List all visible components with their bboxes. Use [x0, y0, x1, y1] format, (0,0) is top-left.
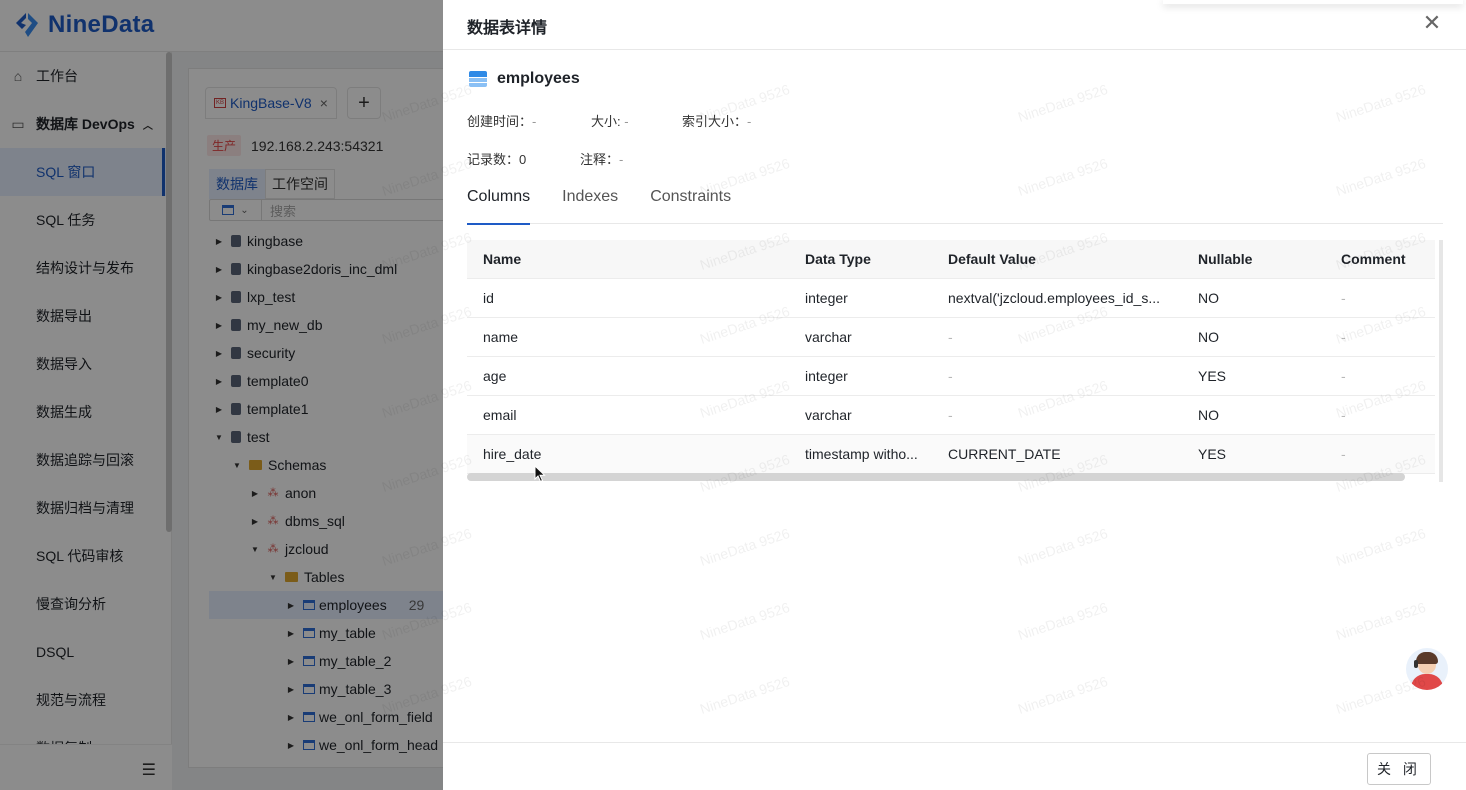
table-cell: - — [932, 317, 1182, 357]
columns-grid: Name Data Type Default Value Nullable Co… — [467, 240, 1443, 482]
table-cell: varchar — [789, 317, 932, 357]
meta-value: - — [532, 114, 537, 129]
column-header-name[interactable]: Name — [467, 240, 789, 279]
table-row[interactable]: email varchar - NO - — [467, 395, 1435, 435]
meta-rows: 记录数：0 — [467, 149, 526, 168]
close-button[interactable]: 关 闭 — [1367, 753, 1431, 785]
meta-label: 记录数： — [467, 152, 520, 167]
table-icon — [469, 71, 487, 87]
table-cell: - — [932, 356, 1182, 396]
table-row[interactable]: hire_date timestamp witho... CURRENT_DATE Y… — [467, 434, 1435, 474]
table-cell: name — [467, 317, 789, 357]
table-cell: - — [1325, 317, 1435, 357]
meta-size: 大小: - — [591, 111, 629, 130]
meta-value: - — [747, 114, 752, 129]
table-cell: YES — [1182, 434, 1325, 474]
vertical-scrollbar[interactable] — [1439, 240, 1443, 482]
mouse-cursor-icon — [534, 465, 546, 483]
table-cell: - — [1325, 356, 1435, 396]
table-cell: integer — [789, 278, 932, 318]
meta-value: - — [619, 152, 624, 167]
tab-indexes[interactable]: Indexes — [562, 182, 618, 224]
meta-label: 大小: — [591, 114, 621, 129]
table-cell: - — [1325, 434, 1435, 474]
drawer-footer: 关 闭 — [443, 742, 1466, 790]
columns-table: Name Data Type Default Value Nullable Co… — [467, 240, 1435, 474]
table-cell: - — [932, 395, 1182, 435]
table-header: employees — [469, 70, 580, 88]
table-cell: - — [1325, 395, 1435, 435]
meta-value: 0 — [519, 152, 527, 167]
assistant-avatar[interactable] — [1406, 648, 1448, 690]
table-cell: NO — [1182, 317, 1325, 357]
table-cell: CURRENT_DATE — [932, 434, 1182, 474]
tab-columns[interactable]: Columns — [467, 182, 531, 225]
table-cell: email — [467, 395, 789, 435]
table-cell: - — [1325, 278, 1435, 318]
close-icon[interactable]: ✕ — [1420, 12, 1444, 36]
drawer-title: 数据表详情 — [467, 20, 548, 37]
meta-comment: 注释：- — [580, 149, 623, 168]
tab-constraints[interactable]: Constraints — [650, 182, 731, 224]
detail-tabs: Columns Indexes Constraints — [467, 182, 1443, 225]
table-cell: hire_date — [467, 434, 789, 474]
meta-label: 索引大小： — [682, 114, 748, 129]
table-cell: integer — [789, 356, 932, 396]
column-header-nullable[interactable]: Nullable — [1182, 240, 1325, 279]
column-header-default-value[interactable]: Default Value — [932, 240, 1182, 279]
table-cell: NO — [1182, 278, 1325, 318]
table-cell: timestamp witho... — [789, 434, 932, 474]
table-cell: age — [467, 356, 789, 396]
horizontal-scrollbar-thumb[interactable] — [467, 473, 1405, 481]
meta-label: 注释： — [580, 152, 620, 167]
meta-created: 创建时间：- — [467, 111, 536, 130]
meta-index-size: 索引大小：- — [682, 111, 751, 130]
table-cell: nextval('jzcloud.employees_id_s... — [932, 278, 1182, 318]
table-cell: NO — [1182, 395, 1325, 435]
table-cell: id — [467, 278, 789, 318]
table-header-row: Name Data Type Default Value Nullable Co… — [467, 240, 1435, 279]
table-detail-drawer: 数据表详情 ✕ employees 创建时间：- 大小: - 索引大小：- 记录… — [443, 0, 1466, 790]
table-name: employees — [497, 70, 580, 87]
table-cell: varchar — [789, 395, 932, 435]
column-header-comment[interactable]: Comment — [1325, 240, 1435, 279]
horizontal-scrollbar[interactable] — [467, 473, 1435, 481]
table-row[interactable]: age integer - YES - — [467, 356, 1435, 396]
table-cell: YES — [1182, 356, 1325, 396]
meta-label: 创建时间： — [467, 114, 533, 129]
meta-value: - — [624, 114, 629, 129]
table-row[interactable]: name varchar - NO - — [467, 317, 1435, 357]
drawer-header: 数据表详情 ✕ — [443, 0, 1466, 50]
table-row[interactable]: id integer nextval('jzcloud.employees_id_s… — [467, 278, 1435, 318]
column-header-data-type[interactable]: Data Type — [789, 240, 932, 279]
